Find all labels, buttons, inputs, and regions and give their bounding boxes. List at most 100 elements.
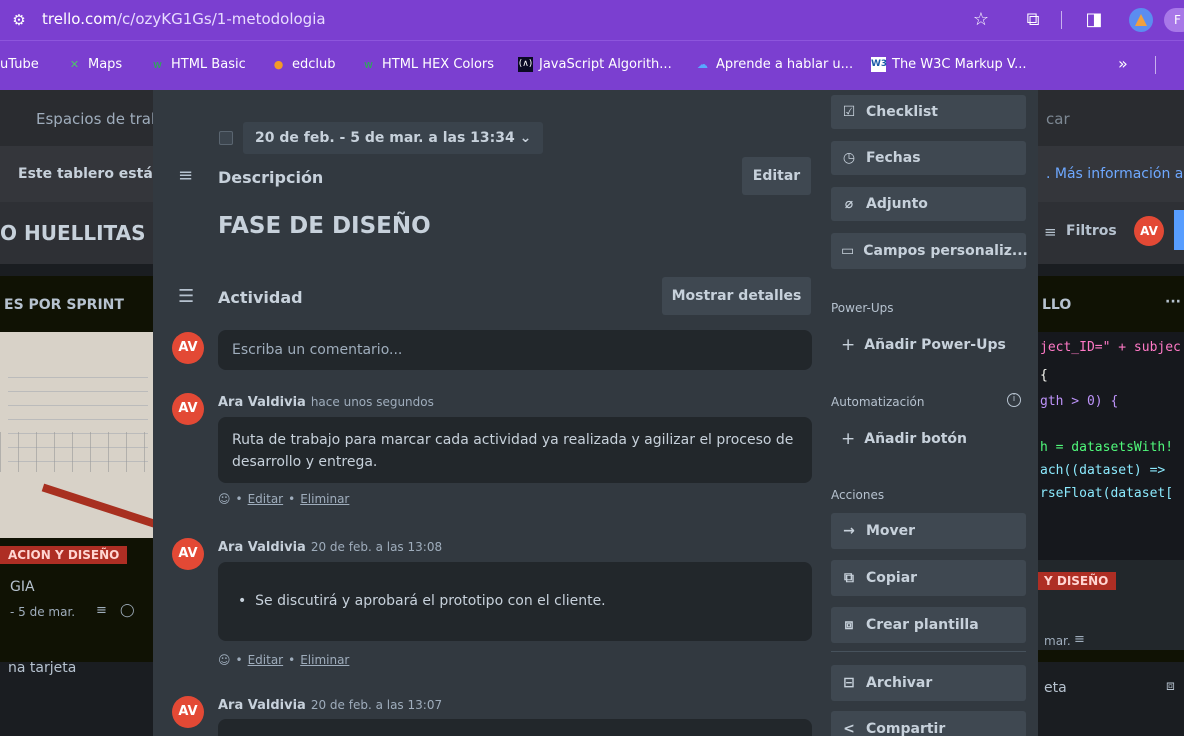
dates-dropdown[interactable]: 20 de feb. - 5 de mar. a las 13:34 ⌄ (243, 122, 544, 154)
comment-body: Ruta de trabajo para marcar cada activid… (218, 417, 812, 483)
avatar[interactable]: AV (172, 696, 204, 728)
bookmark-html-basic[interactable]: w HTML Basic (150, 57, 246, 72)
card-title[interactable]: GIA (10, 579, 35, 595)
edit-comment-link[interactable]: Editar (248, 653, 284, 667)
clock-icon: ◷ (842, 150, 856, 166)
bookmark-maps[interactable]: ✕ Maps (67, 57, 122, 72)
browser-account-icon[interactable] (1129, 8, 1153, 32)
edclub-icon: ● (273, 58, 284, 71)
comment-author[interactable]: Ara Valdivia (218, 698, 306, 713)
move-button[interactable]: → Mover (831, 513, 1026, 549)
copy-button[interactable]: ⧉ Copiar (831, 560, 1026, 596)
bullet-icon: • (238, 593, 247, 609)
attachment-button[interactable]: ⌀ Adjunto (831, 187, 1026, 221)
w3c-icon: W3 (871, 57, 887, 72)
create-template-button[interactable]: ⧈ Crear plantilla (831, 607, 1026, 643)
comment-header: Ara Valdivia 20 de feb. a las 13:08 (218, 540, 442, 555)
comment-time[interactable]: hace unos segundos (311, 395, 434, 409)
checklist-button[interactable]: ☑ Checklist (831, 95, 1026, 129)
comment-time[interactable]: 20 de feb. a las 13:08 (311, 540, 442, 554)
board-member-avatar[interactable]: AV (1134, 216, 1164, 246)
custom-fields-icon: ▭ (841, 243, 855, 259)
bookmark-aprende[interactable]: ☁ Aprende a hablar u... (695, 57, 853, 72)
comment-input[interactable]: Escriba un comentario... (218, 330, 812, 370)
avatar[interactable]: AV (172, 332, 204, 364)
card-comment-icon: ◯ (120, 603, 135, 618)
add-reaction-icon[interactable]: ☺ (218, 653, 231, 667)
url-field[interactable]: trello.com/c/ozyKG1Gs/1-metodologia (42, 10, 326, 28)
activity-icon: ☰ (178, 286, 195, 307)
dates-button[interactable]: ◷ Fechas (831, 141, 1026, 175)
maps-icon: ✕ (69, 58, 80, 71)
copy-icon: ⧉ (844, 570, 854, 586)
puzzle-icon[interactable]: ⧉ (1020, 7, 1046, 33)
archive-button[interactable]: ⊟ Archivar (831, 665, 1026, 701)
template-icon: ⧈ (844, 617, 854, 633)
banner-text: Este tablero está c (18, 166, 166, 182)
filters-button[interactable]: Filtros (1066, 223, 1117, 239)
share-button[interactable]: < Compartir (831, 711, 1026, 736)
description-icon: ≡ (178, 165, 194, 186)
share-board-button-edge[interactable] (1174, 210, 1184, 250)
star-icon[interactable]: ☆ (968, 7, 994, 33)
actions-label: Acciones (831, 488, 885, 502)
add-powerups-button[interactable]: + Añadir Power-Ups (841, 335, 1006, 355)
bookmark-html-hex-colors[interactable]: w HTML HEX Colors (361, 57, 494, 72)
description-text[interactable]: FASE DE DISEÑO (218, 213, 431, 239)
bookmark-edclub[interactable]: ● edclub (271, 57, 336, 72)
comment-time[interactable]: 20 de feb. a las 13:07 (311, 698, 442, 712)
edit-comment-link[interactable]: Editar (248, 492, 284, 506)
edit-description-button[interactable]: Editar (742, 157, 811, 195)
avatar[interactable]: AV (172, 538, 204, 570)
add-card-right[interactable]: eta (1044, 680, 1067, 696)
add-reaction-icon[interactable]: ☺ (218, 492, 231, 506)
filter-icon[interactable]: ≡ (1044, 223, 1057, 241)
due-date-checkbox[interactable] (219, 131, 233, 145)
avatar[interactable]: AV (172, 393, 204, 425)
comment-author[interactable]: Ara Valdivia (218, 540, 306, 555)
arrow-right-icon: → (843, 523, 855, 539)
comment-author[interactable]: Ara Valdivia (218, 395, 306, 410)
nav-workspaces[interactable]: Espacios de trab (36, 110, 160, 128)
powerups-label: Power-Ups (831, 301, 894, 315)
bookmark-javascript-algorithms[interactable]: (∧) JavaScript Algorith... (518, 57, 672, 72)
comment-actions: ☺ • Editar • Eliminar (218, 653, 350, 667)
browser-address-bar: ⚙ trello.com/c/ozyKG1Gs/1-metodologia ☆ … (0, 0, 1184, 40)
code-line: rseFloat(dataset[ (1040, 486, 1174, 501)
comment-body: • Se discutirá y aprobará el prototipo c… (218, 562, 812, 641)
bookmark-youtube[interactable]: uTube (0, 57, 39, 72)
board-title[interactable]: O HUELLITAS D (0, 221, 169, 245)
custom-fields-button[interactable]: ▭ Campos personaliz... (831, 233, 1028, 269)
banner-more-link[interactable]: . Más información a (1046, 166, 1183, 182)
site-info-icon[interactable]: ⚙ (9, 10, 29, 30)
list-left-title[interactable]: ES POR SPRINT (4, 297, 124, 313)
w3-icon: w (153, 58, 162, 71)
bookmark-w3c-validator[interactable]: W3 The W3C Markup V... (871, 57, 1027, 72)
list-right-menu-icon[interactable]: ··· (1165, 294, 1181, 310)
info-icon[interactable]: i (1007, 393, 1021, 407)
sidebar-divider (831, 651, 1026, 652)
delete-comment-link[interactable]: Eliminar (300, 653, 349, 667)
w3-icon: w (364, 58, 373, 71)
list-right-title[interactable]: LLO (1042, 297, 1071, 313)
add-card-left[interactable]: na tarjeta (8, 660, 76, 676)
add-button-button[interactable]: + Añadir botón (841, 429, 967, 449)
browser-profile-button[interactable]: F (1164, 8, 1184, 32)
sidepanel-icon[interactable]: ◨ (1081, 7, 1107, 33)
plus-icon: + (841, 429, 856, 449)
show-details-button[interactable]: Mostrar detalles (662, 277, 811, 315)
card-description-icon: ≡ (1074, 632, 1085, 647)
freecodecamp-icon: (∧) (518, 57, 533, 72)
code-line: ject_ID=" + subjec (1040, 340, 1181, 355)
more-bookmarks-icon[interactable]: » (1118, 54, 1128, 73)
chevron-down-icon: ⌄ (519, 130, 532, 146)
delete-comment-link[interactable]: Eliminar (300, 492, 349, 506)
search-partial[interactable]: car (1046, 110, 1070, 128)
card-description-icon: ≡ (96, 603, 107, 618)
automation-label: Automatización (831, 395, 925, 409)
card-dates: - 5 de mar. (10, 605, 76, 619)
paperclip-icon: ⌀ (844, 196, 854, 212)
template-icon[interactable]: ⧈ (1166, 678, 1175, 694)
code-line: h = datasetsWith! (1040, 440, 1174, 455)
code-line: ach((dataset) => (1040, 463, 1166, 478)
